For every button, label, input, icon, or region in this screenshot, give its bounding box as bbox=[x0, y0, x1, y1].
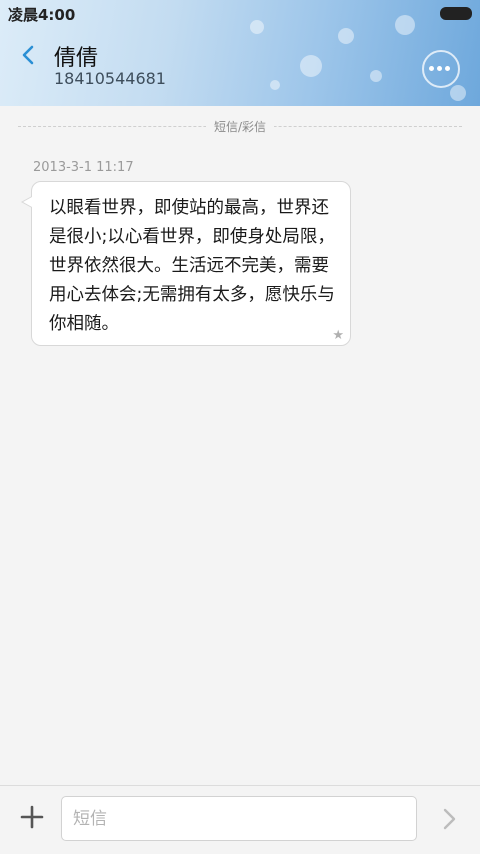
header-bokeh bbox=[370, 70, 382, 82]
contact-number: 18410544681 bbox=[54, 69, 166, 88]
message-type-separator: 短信/彩信 bbox=[18, 118, 462, 134]
message-bubble[interactable]: 以眼看世界，即使站的最高，世界还是很小;以心看世界，即使身处局限，世界依然很大。… bbox=[31, 181, 351, 346]
composer-bar bbox=[0, 785, 480, 854]
message-timestamp: 2013-3-1 11:17 bbox=[33, 160, 134, 175]
header-bokeh bbox=[395, 15, 415, 35]
header-bokeh bbox=[300, 55, 322, 77]
header-bokeh bbox=[270, 80, 280, 90]
chevron-right-icon[interactable] bbox=[436, 806, 462, 832]
header-bokeh bbox=[338, 28, 354, 44]
header-bokeh bbox=[450, 85, 466, 101]
separator-label: 短信/彩信 bbox=[205, 120, 275, 134]
bubble-tail-fill bbox=[23, 197, 32, 207]
more-dots-icon[interactable] bbox=[422, 50, 460, 88]
star-icon[interactable]: ★ bbox=[332, 328, 344, 343]
message-input[interactable] bbox=[71, 797, 405, 840]
message-text: 以眼看世界，即使站的最高，世界还是很小;以心看世界，即使身处局限，世界依然很大。… bbox=[49, 198, 335, 334]
header-bokeh bbox=[250, 20, 264, 34]
battery-icon bbox=[440, 7, 472, 20]
plus-icon[interactable] bbox=[18, 803, 46, 831]
back-chevron-icon[interactable] bbox=[16, 42, 42, 68]
contact-name: 倩倩 bbox=[54, 46, 99, 71]
message-input-box[interactable] bbox=[61, 796, 417, 841]
conversation-header: 凌晨4:00 倩倩 18410544681 bbox=[0, 0, 480, 106]
status-time: 凌晨4:00 bbox=[8, 6, 76, 24]
